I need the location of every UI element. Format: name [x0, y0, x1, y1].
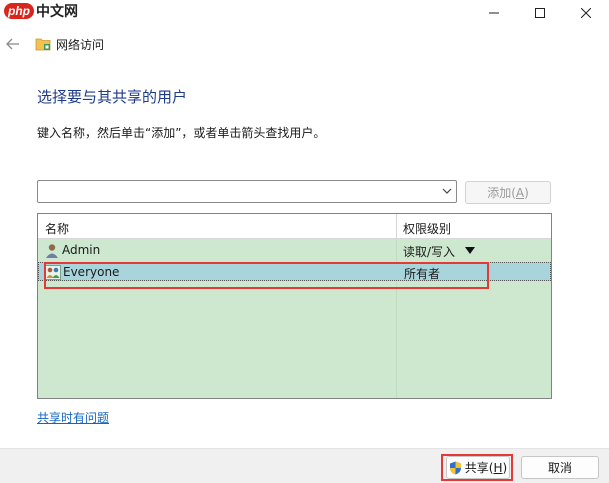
add-button-accel: A — [515, 185, 525, 200]
add-button[interactable]: 添加(A) — [465, 181, 551, 204]
user-icon — [46, 244, 58, 258]
close-icon — [581, 8, 591, 18]
add-button-label: 添加 — [487, 186, 512, 200]
page-heading: 选择要与其共享的用户 — [37, 88, 188, 106]
list-header: 名称 权限级别 — [38, 214, 551, 239]
user-name: Admin — [62, 243, 101, 257]
navigation-bar: 网络访问 — [0, 30, 609, 58]
watermark-logo: php 中文网 — [4, 0, 78, 22]
annotation-highlight-share — [441, 454, 513, 481]
network-folder-icon — [35, 38, 51, 51]
column-header-permission[interactable]: 权限级别 — [403, 220, 451, 237]
cancel-button-label: 取消 — [547, 461, 572, 475]
sharing-help-link[interactable]: 共享时有问题 — [37, 409, 109, 426]
close-button[interactable] — [563, 0, 609, 26]
header-divider — [396, 214, 397, 239]
user-name-combobox[interactable] — [37, 180, 457, 203]
minimize-button[interactable] — [471, 0, 517, 26]
annotation-highlight-everyone — [44, 262, 489, 289]
cancel-button[interactable]: 取消 — [521, 456, 599, 479]
watermark-site: 中文网 — [36, 4, 78, 20]
maximize-button[interactable] — [517, 0, 563, 26]
user-permission-list[interactable]: 名称 权限级别 Admin 读取/写入 Everyone 所有者 — [37, 213, 552, 399]
chevron-down-icon[interactable] — [442, 186, 452, 196]
nav-title: 网络访问 — [56, 38, 105, 52]
title-bar: php 中文网 — [0, 0, 609, 30]
watermark-brand: php — [4, 3, 34, 19]
column-header-name[interactable]: 名称 — [45, 220, 69, 237]
instruction-text: 键入名称，然后单击“添加”，或者单击箭头查找用户。 — [37, 126, 326, 140]
dialog-footer — [0, 448, 609, 483]
maximize-icon — [535, 8, 545, 18]
dropdown-arrow-icon[interactable] — [465, 247, 475, 254]
list-item[interactable]: Admin 读取/写入 — [38, 241, 551, 260]
minimize-icon — [489, 12, 499, 14]
permission-level[interactable]: 读取/写入 — [403, 243, 455, 260]
back-arrow-icon[interactable] — [5, 36, 21, 52]
